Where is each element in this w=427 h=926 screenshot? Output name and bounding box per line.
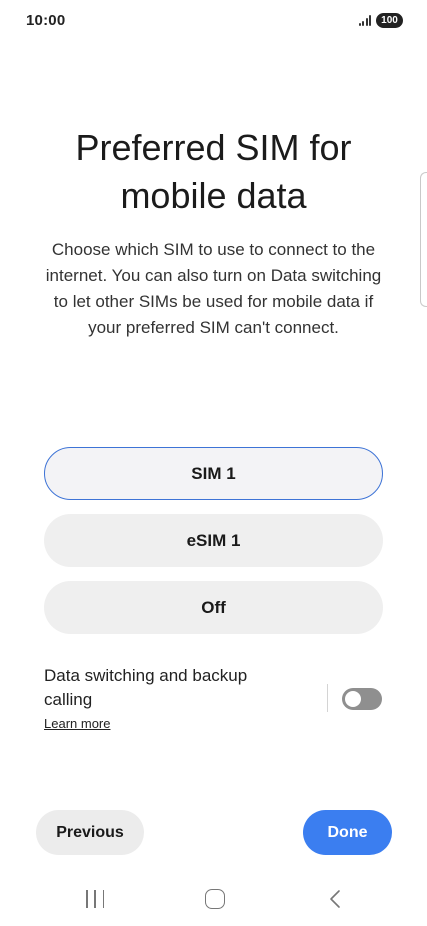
battery-icon: 100 (376, 12, 403, 28)
edge-panel-handle[interactable] (420, 172, 427, 307)
back-icon[interactable] (326, 889, 344, 909)
option-label: Off (201, 597, 226, 617)
signal-icon (358, 14, 371, 26)
option-label: eSIM 1 (186, 530, 241, 550)
data-switching-toggle[interactable] (342, 688, 382, 710)
previous-label: Previous (56, 823, 124, 841)
data-switching-label: Data switching and backup calling (44, 666, 248, 709)
status-bar: 10:00 100 (0, 0, 427, 40)
option-off[interactable]: Off (44, 581, 383, 634)
status-time: 10:00 (26, 11, 66, 29)
page-title: Preferred SIM for mobile data (75, 127, 352, 216)
switch-divider (327, 684, 328, 712)
home-icon[interactable] (205, 889, 225, 909)
option-esim-1[interactable]: eSIM 1 (44, 514, 383, 567)
previous-button[interactable]: Previous (36, 810, 144, 855)
option-label: SIM 1 (191, 463, 236, 483)
recents-icon[interactable] (86, 890, 104, 908)
status-icons: 100 (358, 12, 403, 28)
done-label: Done (327, 823, 368, 841)
learn-more-link[interactable]: Learn more (44, 716, 110, 731)
done-button[interactable]: Done (303, 810, 392, 855)
toggle-knob (345, 691, 361, 707)
data-switching-row: Data switching and backup calling Learn … (44, 664, 383, 734)
navigation-bar (0, 880, 427, 920)
battery-level: 100 (381, 14, 398, 26)
page-description: Choose which SIM to use to connect to th… (45, 240, 382, 337)
screen: 10:00 100 Preferred SIM for mobile data … (0, 0, 427, 926)
option-sim-1[interactable]: SIM 1 (44, 447, 383, 500)
